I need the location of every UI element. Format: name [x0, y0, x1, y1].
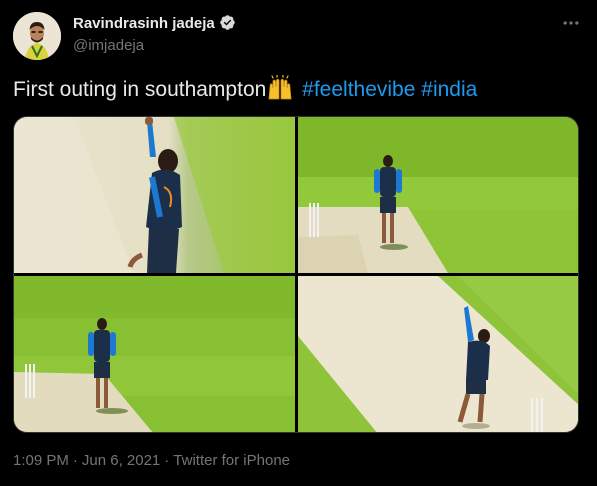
- hashtag-india[interactable]: #india: [421, 78, 477, 101]
- photo-3-image: [14, 276, 295, 432]
- avatar-image: [13, 12, 61, 60]
- author-handle[interactable]: @imjadeja: [73, 37, 144, 54]
- verified-badge-icon: [219, 15, 235, 30]
- author-name-text: Ravindrasinh jadeja: [73, 15, 215, 32]
- more-options-button[interactable]: [560, 12, 582, 34]
- more-icon: [563, 21, 579, 25]
- photo-1[interactable]: [14, 117, 295, 273]
- tweet-body: First outing in southampton: [13, 78, 267, 101]
- photo-1-image: [14, 117, 295, 273]
- photo-2-image: [298, 117, 578, 273]
- tweet-card: Ravindrasinh jadeja @imjadeja First outi…: [0, 0, 597, 486]
- photo-4[interactable]: [298, 276, 578, 432]
- meta-separator: ·: [164, 452, 170, 469]
- photo-4-image: [298, 276, 578, 432]
- tweet-meta: 1:09 PM · Jun 6, 2021 · Twitter for iPhone: [13, 452, 290, 469]
- avatar[interactable]: [13, 12, 61, 60]
- tweet-time[interactable]: 1:09 PM: [13, 452, 69, 469]
- hashtag-feelthevibe[interactable]: #feelthevibe: [302, 78, 415, 101]
- tweet-text: First outing in southampton #feelthevibe…: [13, 75, 477, 104]
- author-name[interactable]: Ravindrasinh jadeja: [73, 14, 236, 32]
- tweet-date[interactable]: Jun 6, 2021: [82, 452, 160, 469]
- raising-hands-icon: [268, 75, 292, 100]
- photo-3[interactable]: [14, 276, 295, 432]
- media-grid: [13, 116, 579, 433]
- meta-separator: ·: [72, 452, 78, 469]
- tweet-source[interactable]: Twitter for iPhone: [173, 452, 290, 469]
- photo-2[interactable]: [298, 117, 578, 273]
